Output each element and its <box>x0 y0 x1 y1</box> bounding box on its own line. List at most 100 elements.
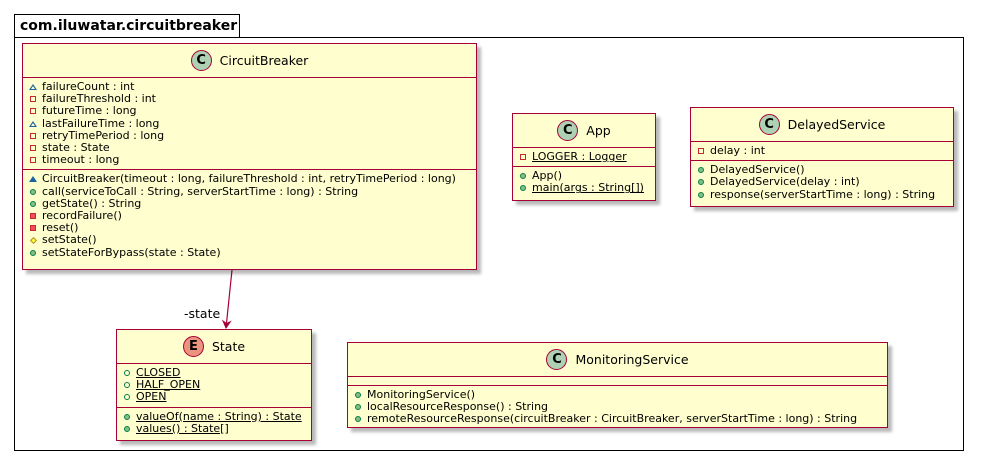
class-name: State <box>211 339 246 354</box>
class-app[interactable]: C App LOGGER : Logger App() main(args : S… <box>512 113 656 201</box>
visibility-pub-method-icon <box>123 413 131 421</box>
field-text: state : State <box>42 141 110 155</box>
field-text: failureCount : int <box>42 80 135 94</box>
class-badge-icon: C <box>546 349 568 370</box>
field-text: LOGGER : Logger <box>532 150 627 164</box>
visibility-priv-field-icon <box>29 107 37 115</box>
visibility-pkg-method-icon <box>29 175 37 183</box>
method-text: CircuitBreaker(timeout : long, failureTh… <box>42 172 456 186</box>
association-label: -state <box>184 306 221 321</box>
class-delayed-service[interactable]: C DelayedService delay : int DelayedServ… <box>690 107 954 207</box>
enum-badge-icon: E <box>182 336 204 357</box>
visibility-pub-method-icon <box>29 200 37 208</box>
method-row: setStateForBypass(state : State) <box>29 246 476 258</box>
visibility-priv-field-icon <box>29 156 37 164</box>
class-header: C App <box>513 114 655 148</box>
field-text: timeout : long <box>42 153 120 167</box>
class-badge-icon: C <box>758 114 780 135</box>
field-text: delay : int <box>710 144 766 158</box>
class-name: MonitoringService <box>575 352 689 367</box>
field-text: failureThreshold : int <box>42 92 156 106</box>
method-row: values() : State[] <box>123 421 311 435</box>
method-text: MonitoringService() <box>367 388 476 402</box>
class-header: C MonitoringService <box>348 343 887 377</box>
fields-section <box>348 377 887 385</box>
method-row: call(serviceToCall : String, serverStart… <box>29 185 476 198</box>
visibility-pub-field-icon <box>123 381 131 389</box>
visibility-priv-field-icon <box>519 153 527 161</box>
class-name: CircuitBreaker <box>219 53 309 68</box>
class-circuit-breaker[interactable]: C CircuitBreaker failureCount : int failu… <box>22 43 477 270</box>
fields-section: failureCount : int failureThreshold : int… <box>23 78 476 169</box>
visibility-prot-method-icon <box>29 236 37 244</box>
visibility-priv-method-icon <box>29 212 37 220</box>
method-row: main(args : String[]) <box>519 182 655 194</box>
field-text: OPEN <box>136 390 167 404</box>
visibility-pub-method-icon <box>354 403 362 411</box>
enum-state[interactable]: E State CLOSED HALF_OPEN OPEN valueOf(name… <box>116 329 312 441</box>
visibility-priv-field-icon <box>29 95 37 103</box>
method-row: recordFailure() <box>29 208 476 222</box>
method-row: response(serverStartTime : long) : Strin… <box>697 187 953 201</box>
visibility-pub-method-icon <box>354 391 362 399</box>
method-text: response(serverStartTime : long) : Strin… <box>710 187 936 201</box>
field-text: lastFailureTime : long <box>42 116 160 130</box>
class-header: E State <box>117 330 311 364</box>
method-row: setState() <box>29 234 476 246</box>
class-badge-icon: C <box>557 120 579 141</box>
field-row: delay : int <box>697 145 953 157</box>
method-row: remoteResourceResponse(circuitBreaker : … <box>354 413 887 425</box>
visibility-priv-method-icon <box>29 224 37 232</box>
visibility-priv-field-icon <box>697 147 705 155</box>
method-text: remoteResourceResponse(circuitBreaker : … <box>367 412 858 426</box>
field-row: futureTime : long <box>29 105 476 117</box>
visibility-pub-method-icon <box>29 249 37 257</box>
visibility-pub-method-icon <box>697 191 705 199</box>
method-text: getState() : String <box>42 196 142 210</box>
method-row: DelayedService(delay : int) <box>697 176 953 188</box>
field-row: LOGGER : Logger <box>519 151 655 163</box>
method-row: CircuitBreaker(timeout : long, failureTh… <box>29 173 476 185</box>
fields-section: CLOSED HALF_OPEN OPEN <box>117 364 311 407</box>
method-text: DelayedService(delay : int) <box>710 175 860 189</box>
method-text: setStateForBypass(state : State) <box>42 245 221 259</box>
field-row: lastFailureTime : long <box>29 116 476 130</box>
visibility-pub-field-icon <box>123 369 131 377</box>
field-text: CLOSED <box>136 366 181 380</box>
method-text: reset() <box>42 221 79 235</box>
visibility-pub-method-icon <box>29 188 37 196</box>
visibility-pub-method-icon <box>519 172 527 180</box>
method-text: DelayedService() <box>710 163 805 177</box>
visibility-priv-field-icon <box>29 144 37 152</box>
methods-section: DelayedService() DelayedService(delay : i… <box>691 160 953 204</box>
class-badge-icon: C <box>190 50 212 71</box>
visibility-pub-method-icon <box>697 178 705 186</box>
visibility-pub-method-icon <box>519 184 527 192</box>
visibility-priv-field-icon <box>29 132 37 140</box>
method-row: valueOf(name : String) : State <box>123 409 311 423</box>
method-text: localResourceResponse() : String <box>367 400 549 414</box>
method-text: valueOf(name : String) : State <box>136 409 302 423</box>
field-text: retryTimePeriod : long <box>42 128 165 142</box>
method-text: App() <box>532 169 563 183</box>
visibility-pub-method-icon <box>123 425 131 433</box>
field-row: timeout : long <box>29 154 476 166</box>
fields-section: delay : int <box>691 142 953 160</box>
visibility-pub-method-icon <box>697 166 705 174</box>
visibility-pub-field-icon <box>123 393 131 401</box>
class-header: C DelayedService <box>691 108 953 142</box>
visibility-pub-method-icon <box>354 415 362 423</box>
fields-section: LOGGER : Logger <box>513 148 655 166</box>
field-text: HALF_OPEN <box>136 378 201 392</box>
methods-section: App() main(args : String[]) <box>513 166 655 197</box>
association-circuitbreaker-state <box>221 269 233 329</box>
method-text: values() : State[] <box>136 421 229 435</box>
class-header: C CircuitBreaker <box>23 44 476 78</box>
method-text: main(args : String[]) <box>532 181 644 195</box>
class-monitoring-service[interactable]: C MonitoringService MonitoringService() l… <box>347 342 888 428</box>
method-text: setState() <box>42 233 97 247</box>
visibility-pkg-field-icon <box>29 83 37 91</box>
class-name: App <box>586 123 611 138</box>
uml-class-diagram: com.iluwatar.circuitbreaker -state C Cir… <box>0 0 983 461</box>
method-text: recordFailure() <box>42 208 122 222</box>
